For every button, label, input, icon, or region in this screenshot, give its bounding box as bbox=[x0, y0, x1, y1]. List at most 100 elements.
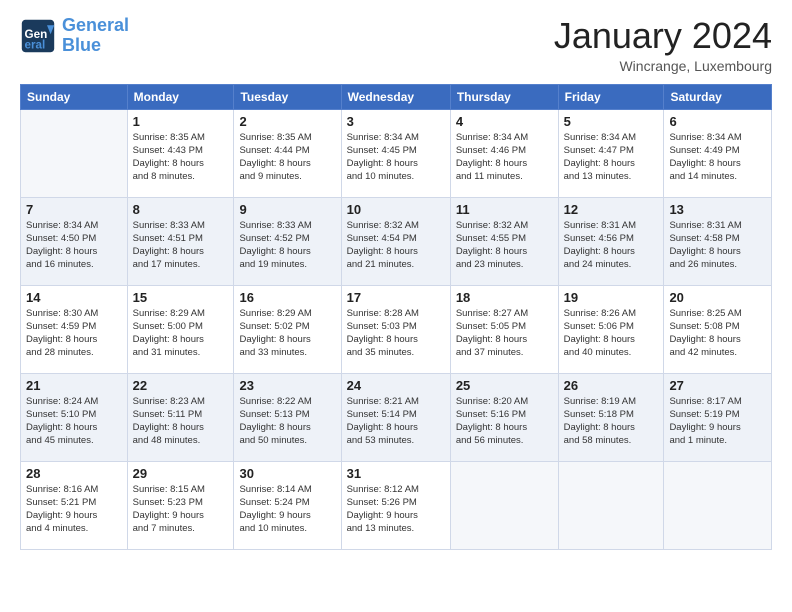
title-block: January 2024 Wincrange, Luxembourg bbox=[554, 16, 772, 74]
calendar-cell bbox=[21, 109, 128, 197]
day-info: Sunrise: 8:34 AMSunset: 4:49 PMDaylight:… bbox=[669, 131, 766, 184]
day-info: Sunrise: 8:34 AMSunset: 4:45 PMDaylight:… bbox=[347, 131, 445, 184]
day-number: 28 bbox=[26, 466, 122, 481]
day-number: 20 bbox=[669, 290, 766, 305]
day-number: 30 bbox=[239, 466, 335, 481]
day-number: 4 bbox=[456, 114, 553, 129]
calendar-page: Gen eral General Blue January 2024 Wincr… bbox=[0, 0, 792, 612]
day-number: 6 bbox=[669, 114, 766, 129]
svg-text:eral: eral bbox=[25, 38, 46, 51]
calendar-cell: 25 Sunrise: 8:20 AMSunset: 5:16 PMDayligh… bbox=[450, 373, 558, 461]
calendar-cell: 31Sunrise: 8:12 AMSunset: 5:26 PMDayligh… bbox=[341, 461, 450, 549]
day-info: Sunrise: 8:35 AMSunset: 4:44 PMDaylight:… bbox=[239, 131, 335, 184]
day-info: Sunrise: 8:17 AMSunset: 5:19 PMDaylight:… bbox=[669, 395, 766, 448]
calendar-cell: 21 Sunrise: 8:24 AMSunset: 5:10 PMDayligh… bbox=[21, 373, 128, 461]
day-info: Sunrise: 8:25 AMSunset: 5:08 PMDaylight:… bbox=[669, 307, 766, 360]
day-info: Sunrise: 8:34 AMSunset: 4:50 PMDaylight:… bbox=[26, 219, 122, 272]
day-info: Sunrise: 8:33 AMSunset: 4:52 PMDaylight:… bbox=[239, 219, 335, 272]
logo-icon: Gen eral bbox=[20, 18, 56, 54]
calendar-cell: 17 Sunrise: 8:28 AMSunset: 5:03 PMDayligh… bbox=[341, 285, 450, 373]
day-number: 14 bbox=[26, 290, 122, 305]
header-tuesday: Tuesday bbox=[234, 84, 341, 109]
day-info: Sunrise: 8:20 AMSunset: 5:16 PMDaylight:… bbox=[456, 395, 553, 448]
day-number: 15 bbox=[133, 290, 229, 305]
logo-text: General Blue bbox=[62, 16, 129, 56]
calendar-cell: 18 Sunrise: 8:27 AMSunset: 5:05 PMDayligh… bbox=[450, 285, 558, 373]
header-wednesday: Wednesday bbox=[341, 84, 450, 109]
day-number: 26 bbox=[564, 378, 659, 393]
month-title: January 2024 bbox=[554, 16, 772, 56]
header: Gen eral General Blue January 2024 Wincr… bbox=[20, 16, 772, 74]
header-monday: Monday bbox=[127, 84, 234, 109]
day-info: Sunrise: 8:30 AMSunset: 4:59 PMDaylight:… bbox=[26, 307, 122, 360]
day-number: 2 bbox=[239, 114, 335, 129]
day-number: 12 bbox=[564, 202, 659, 217]
day-info: Sunrise: 8:24 AMSunset: 5:10 PMDaylight:… bbox=[26, 395, 122, 448]
day-info: Sunrise: 8:29 AMSunset: 5:02 PMDaylight:… bbox=[239, 307, 335, 360]
day-number: 21 bbox=[26, 378, 122, 393]
calendar-cell: 2 Sunrise: 8:35 AMSunset: 4:44 PMDaylight… bbox=[234, 109, 341, 197]
calendar-week-row: 28Sunrise: 8:16 AMSunset: 5:21 PMDayligh… bbox=[21, 461, 772, 549]
day-info: Sunrise: 8:26 AMSunset: 5:06 PMDaylight:… bbox=[564, 307, 659, 360]
day-info: Sunrise: 8:19 AMSunset: 5:18 PMDaylight:… bbox=[564, 395, 659, 448]
calendar-cell: 1 Sunrise: 8:35 AMSunset: 4:43 PMDaylight… bbox=[127, 109, 234, 197]
logo-blue: Blue bbox=[62, 35, 101, 55]
logo-general: General bbox=[62, 15, 129, 35]
day-info: Sunrise: 8:21 AMSunset: 5:14 PMDaylight:… bbox=[347, 395, 445, 448]
day-number: 17 bbox=[347, 290, 445, 305]
day-number: 10 bbox=[347, 202, 445, 217]
day-info: Sunrise: 8:34 AMSunset: 4:47 PMDaylight:… bbox=[564, 131, 659, 184]
calendar-cell: 13 Sunrise: 8:31 AMSunset: 4:58 PMDayligh… bbox=[664, 197, 772, 285]
day-info: Sunrise: 8:31 AMSunset: 4:58 PMDaylight:… bbox=[669, 219, 766, 272]
day-number: 22 bbox=[133, 378, 229, 393]
day-info: Sunrise: 8:15 AMSunset: 5:23 PMDaylight:… bbox=[133, 483, 229, 536]
calendar-cell: 12 Sunrise: 8:31 AMSunset: 4:56 PMDayligh… bbox=[558, 197, 664, 285]
location: Wincrange, Luxembourg bbox=[554, 58, 772, 74]
logo: Gen eral General Blue bbox=[20, 16, 129, 56]
day-info: Sunrise: 8:35 AMSunset: 4:43 PMDaylight:… bbox=[133, 131, 229, 184]
day-info: Sunrise: 8:28 AMSunset: 5:03 PMDaylight:… bbox=[347, 307, 445, 360]
calendar-week-row: 7 Sunrise: 8:34 AMSunset: 4:50 PMDaylight… bbox=[21, 197, 772, 285]
calendar-cell bbox=[664, 461, 772, 549]
weekday-header-row: Sunday Monday Tuesday Wednesday Thursday… bbox=[21, 84, 772, 109]
calendar-cell: 4 Sunrise: 8:34 AMSunset: 4:46 PMDaylight… bbox=[450, 109, 558, 197]
calendar-cell: 7 Sunrise: 8:34 AMSunset: 4:50 PMDaylight… bbox=[21, 197, 128, 285]
calendar-cell: 23Sunrise: 8:22 AMSunset: 5:13 PMDayligh… bbox=[234, 373, 341, 461]
calendar-cell: 24Sunrise: 8:21 AMSunset: 5:14 PMDayligh… bbox=[341, 373, 450, 461]
calendar-week-row: 21 Sunrise: 8:24 AMSunset: 5:10 PMDayligh… bbox=[21, 373, 772, 461]
header-saturday: Saturday bbox=[664, 84, 772, 109]
day-info: Sunrise: 8:33 AMSunset: 4:51 PMDaylight:… bbox=[133, 219, 229, 272]
calendar-cell: 29 Sunrise: 8:15 AMSunset: 5:23 PMDayligh… bbox=[127, 461, 234, 549]
day-number: 11 bbox=[456, 202, 553, 217]
calendar-cell: 6 Sunrise: 8:34 AMSunset: 4:49 PMDaylight… bbox=[664, 109, 772, 197]
calendar-cell: 11 Sunrise: 8:32 AMSunset: 4:55 PMDayligh… bbox=[450, 197, 558, 285]
header-sunday: Sunday bbox=[21, 84, 128, 109]
day-info: Sunrise: 8:31 AMSunset: 4:56 PMDaylight:… bbox=[564, 219, 659, 272]
day-number: 29 bbox=[133, 466, 229, 481]
day-number: 3 bbox=[347, 114, 445, 129]
day-info: Sunrise: 8:32 AMSunset: 4:54 PMDaylight:… bbox=[347, 219, 445, 272]
header-thursday: Thursday bbox=[450, 84, 558, 109]
day-number: 19 bbox=[564, 290, 659, 305]
day-info: Sunrise: 8:29 AMSunset: 5:00 PMDaylight:… bbox=[133, 307, 229, 360]
day-info: Sunrise: 8:32 AMSunset: 4:55 PMDaylight:… bbox=[456, 219, 553, 272]
calendar-cell bbox=[558, 461, 664, 549]
calendar-cell: 10 Sunrise: 8:32 AMSunset: 4:54 PMDayligh… bbox=[341, 197, 450, 285]
calendar-cell: 26 Sunrise: 8:19 AMSunset: 5:18 PMDayligh… bbox=[558, 373, 664, 461]
day-info: Sunrise: 8:34 AMSunset: 4:46 PMDaylight:… bbox=[456, 131, 553, 184]
day-number: 18 bbox=[456, 290, 553, 305]
calendar-cell: 22 Sunrise: 8:23 AMSunset: 5:11 PMDayligh… bbox=[127, 373, 234, 461]
day-info: Sunrise: 8:23 AMSunset: 5:11 PMDaylight:… bbox=[133, 395, 229, 448]
day-info: Sunrise: 8:14 AMSunset: 5:24 PMDaylight:… bbox=[239, 483, 335, 536]
day-number: 1 bbox=[133, 114, 229, 129]
day-info: Sunrise: 8:12 AMSunset: 5:26 PMDaylight:… bbox=[347, 483, 445, 536]
calendar-cell bbox=[450, 461, 558, 549]
day-number: 7 bbox=[26, 202, 122, 217]
day-number: 13 bbox=[669, 202, 766, 217]
calendar-cell: 3 Sunrise: 8:34 AMSunset: 4:45 PMDaylight… bbox=[341, 109, 450, 197]
day-info: Sunrise: 8:27 AMSunset: 5:05 PMDaylight:… bbox=[456, 307, 553, 360]
day-number: 25 bbox=[456, 378, 553, 393]
day-number: 27 bbox=[669, 378, 766, 393]
calendar-week-row: 14 Sunrise: 8:30 AMSunset: 4:59 PMDayligh… bbox=[21, 285, 772, 373]
calendar-table: Sunday Monday Tuesday Wednesday Thursday… bbox=[20, 84, 772, 550]
